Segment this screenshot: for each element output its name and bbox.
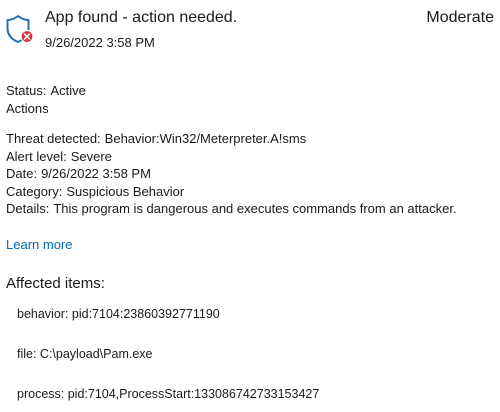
date-row: Date: 9/26/2022 3:58 PM	[6, 165, 457, 183]
affected-items-heading: Affected items:	[6, 275, 105, 292]
affected-item: file: C:\payload\Pam.exe	[17, 347, 153, 361]
threat-row: Threat detected: Behavior:Win32/Meterpret…	[6, 130, 457, 148]
date-label: Date:	[6, 166, 38, 181]
details-row: Details: This program is dangerous and ex…	[6, 200, 457, 218]
status-value: Active	[50, 83, 86, 98]
status-row: Status: Active	[6, 82, 86, 100]
details-label: Details:	[6, 201, 50, 216]
category-label: Category:	[6, 183, 63, 199]
affected-item: process: pid:7104,ProcessStart:133086742…	[17, 387, 320, 401]
alert-title: App found - action needed.	[45, 9, 238, 26]
affected-item: behavior: pid:7104:23860392771190	[17, 307, 220, 321]
threat-label: Threat detected:	[6, 131, 101, 146]
alert-header: App found - action needed. Moderate 9/26…	[0, 0, 500, 60]
severity-label: Moderate	[426, 9, 494, 26]
learn-more-link[interactable]: Learn more	[6, 237, 72, 252]
date-value: 9/26/2022 3:58 PM	[41, 166, 151, 181]
actions-label: Actions	[6, 100, 49, 116]
threat-details: Threat detected: Behavior:Win32/Meterpret…	[6, 130, 457, 218]
alert-level-row: Alert level: Severe	[6, 148, 457, 166]
category-row: Category: Suspicious Behavior	[6, 183, 457, 201]
status-section: Status: Active Actions	[6, 82, 86, 117]
alert-level-label: Alert level:	[6, 148, 67, 164]
alert-timestamp: 9/26/2022 3:58 PM	[45, 35, 155, 50]
shield-error-icon	[6, 14, 34, 44]
details-value: This program is dangerous and executes c…	[53, 201, 457, 216]
threat-value: Behavior:Win32/Meterpreter.A!sms	[104, 131, 307, 146]
status-label: Status:	[6, 83, 47, 98]
category-value: Suspicious Behavior	[66, 183, 185, 199]
alert-level-value: Severe	[70, 148, 112, 164]
